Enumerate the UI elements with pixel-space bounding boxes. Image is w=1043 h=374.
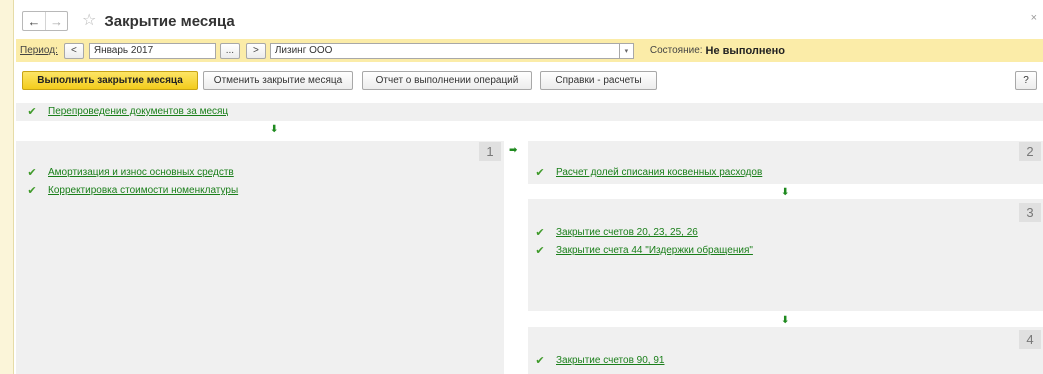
block-number-2: 2 [1019, 142, 1041, 161]
close-accounts-90-91-link[interactable]: Закрытие счетов 90, 91 [556, 355, 664, 366]
period-bar: Период: < Январь 2017 ... > Лизинг ООО ▾… [16, 39, 1043, 62]
prev-period-button[interactable]: < [63, 42, 84, 59]
back-arrow-icon[interactable]: ← [23, 12, 45, 30]
list-item: ✔ Закрытие счетов 20, 23, 25, 26 [530, 226, 698, 239]
toolbar: Выполнить закрытие месяца Отменить закры… [22, 71, 1037, 91]
list-item: ✔ Закрытие счетов 90, 91 [530, 354, 664, 367]
run-close-month-button[interactable]: Выполнить закрытие месяца [22, 71, 198, 90]
block-number-4: 4 [1019, 330, 1041, 349]
chevron-down-icon[interactable]: ▾ [619, 42, 634, 59]
nomenclature-cost-adjustment-link[interactable]: Корректировка стоимости номенклатуры [48, 185, 238, 196]
arrow-right-icon: ➡ [509, 145, 518, 156]
list-item: ✔ Перепроведение документов за месяц [22, 105, 228, 118]
close-icon[interactable]: × [1031, 12, 1037, 24]
navigation-buttons: ← → [22, 11, 68, 31]
page-title: Закрытие месяца [104, 12, 235, 30]
star-icon[interactable]: ☆ [82, 13, 96, 29]
check-icon: ✔ [27, 167, 37, 179]
check-icon: ✔ [535, 245, 545, 257]
list-item: ✔ Амортизация и износ основных средств [22, 166, 234, 179]
period-label: Период: [20, 45, 58, 56]
check-icon: ✔ [535, 355, 545, 367]
period-input[interactable]: Январь 2017 [88, 42, 216, 59]
help-button[interactable]: ? [1015, 71, 1037, 90]
close-accounts-20-26-link[interactable]: Закрытие счетов 20, 23, 25, 26 [556, 227, 698, 238]
check-icon: ✔ [535, 167, 545, 179]
title-bar: ← → ☆ Закрытие месяца × [22, 10, 1037, 32]
operations-report-button[interactable]: Отчет о выполнении операций [362, 71, 532, 90]
list-item: ✔ Корректировка стоимости номенклатуры [22, 184, 238, 197]
indirect-costs-share-link[interactable]: Расчет долей списания косвенных расходов [556, 167, 762, 178]
check-icon: ✔ [27, 185, 37, 197]
list-item: ✔ Расчет долей списания косвенных расход… [530, 166, 762, 179]
left-panel-edge [0, 0, 14, 374]
block-number-3: 3 [1019, 203, 1041, 222]
state-label: Состояние: [649, 45, 703, 56]
organization-select[interactable]: Лизинг ООО ▾ [269, 42, 634, 59]
arrow-down-icon: ⬇ [781, 187, 790, 198]
arrow-down-icon: ⬇ [270, 124, 279, 135]
close-account-44-link[interactable]: Закрытие счета 44 "Издержки обращения" [556, 245, 753, 256]
arrow-down-icon: ⬇ [781, 315, 790, 326]
reference-calculations-button[interactable]: Справки - расчеты [540, 71, 657, 90]
state-value: Не выполнено [705, 44, 786, 57]
forward-arrow-icon[interactable]: → [45, 12, 67, 30]
block-number-1: 1 [479, 142, 501, 161]
list-item: ✔ Закрытие счета 44 "Издержки обращения" [530, 244, 753, 257]
cancel-close-month-button[interactable]: Отменить закрытие месяца [203, 71, 353, 90]
organization-input[interactable]: Лизинг ООО [269, 42, 620, 59]
check-icon: ✔ [27, 106, 37, 118]
depreciation-link[interactable]: Амортизация и износ основных средств [48, 167, 234, 178]
period-select-button[interactable]: ... [219, 42, 240, 59]
reposting-documents-link[interactable]: Перепроведение документов за месяц [48, 106, 228, 117]
check-icon: ✔ [535, 227, 545, 239]
next-period-button[interactable]: > [245, 42, 266, 59]
